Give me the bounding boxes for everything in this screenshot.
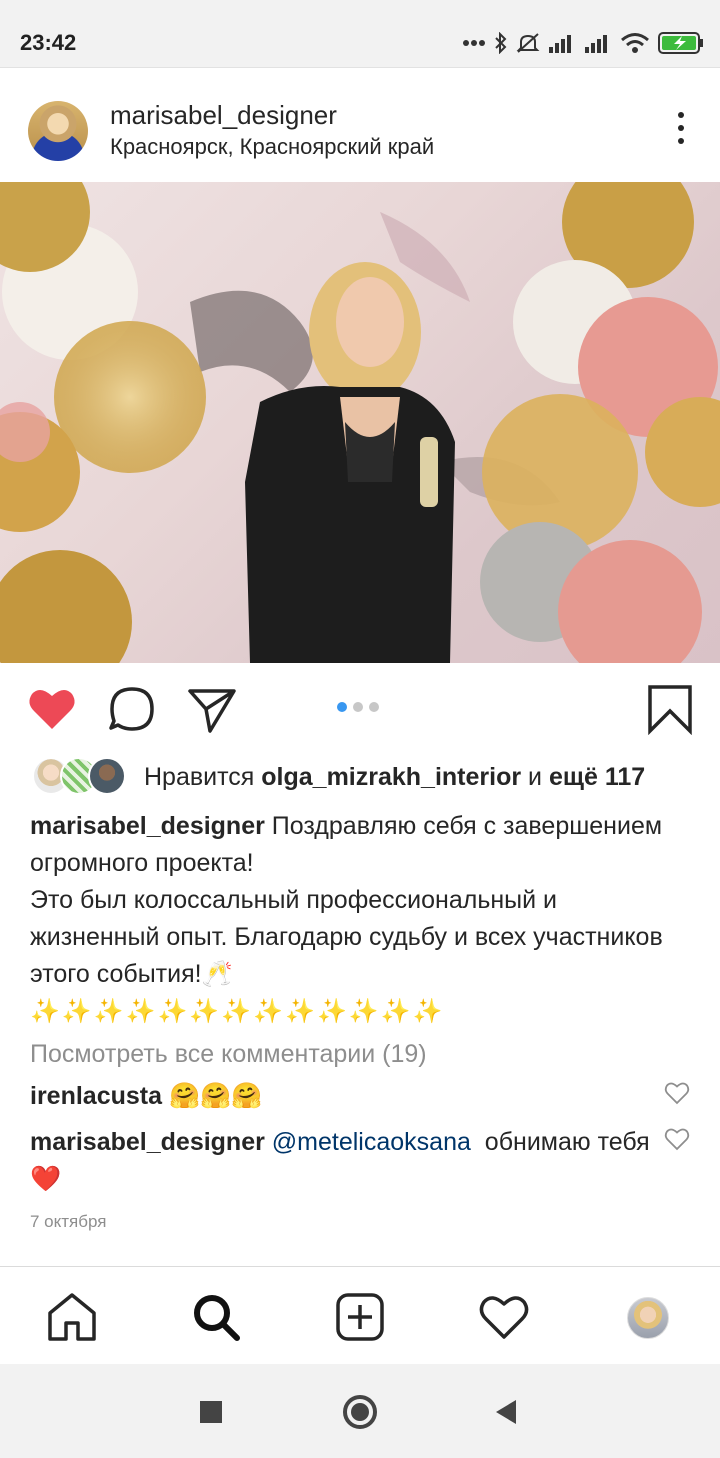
wifi-icon: [620, 32, 650, 54]
search-icon[interactable]: [190, 1291, 242, 1343]
bookmark-icon[interactable]: [644, 683, 696, 736]
signal-icon: [548, 32, 576, 54]
activity-heart-icon[interactable]: [478, 1291, 530, 1343]
likes-others-count[interactable]: ещё 117: [549, 763, 645, 791]
carousel-dot: [369, 702, 379, 712]
post-location[interactable]: Красноярск, Красноярский край: [110, 134, 434, 160]
carousel-dot: [337, 702, 347, 712]
author-avatar[interactable]: [28, 101, 88, 161]
liker-username[interactable]: olga_mizrakh_interior: [261, 763, 521, 791]
status-bar: 23:42: [0, 0, 720, 68]
post-caption: marisabel_designer Поздравляю себя с зав…: [30, 808, 690, 1030]
author-username[interactable]: marisabel_designer: [110, 100, 337, 131]
caption-username[interactable]: marisabel_designer: [30, 812, 265, 840]
post-actions: [0, 663, 720, 753]
bottom-navigation: [0, 1266, 720, 1364]
status-icons: [462, 28, 704, 58]
likes-row[interactable]: Нравится olga_mizrakh_interior и ещё 117: [0, 757, 720, 799]
share-icon[interactable]: [186, 683, 238, 735]
home-circle-icon[interactable]: [340, 1392, 380, 1432]
comment-like-icon[interactable]: [664, 1126, 690, 1152]
likes-prefix: Нравится: [144, 763, 255, 791]
status-time: 23:42: [20, 30, 77, 55]
likes-conjunction: и: [528, 763, 543, 791]
comment-text: обнимаю тебя: [484, 1128, 650, 1156]
caption-text-2: Это был колоссальный профессиональный и …: [30, 886, 663, 988]
comment-item: marisabel_designer @metelicaoksana обним…: [30, 1124, 660, 1198]
profile-avatar[interactable]: [627, 1297, 669, 1339]
comment-username[interactable]: marisabel_designer: [30, 1128, 265, 1156]
view-all-comments-link[interactable]: Посмотреть все комментарии (19): [30, 1040, 427, 1069]
more-options-icon[interactable]: [676, 112, 686, 148]
signal-icon: [584, 32, 612, 54]
champagne-emoji: 🥂: [201, 960, 233, 988]
home-icon[interactable]: [46, 1291, 98, 1343]
system-navigation-bar: [0, 1364, 720, 1458]
comment-mention[interactable]: @metelicaoksana: [272, 1128, 471, 1156]
comment-like-icon[interactable]: [664, 1080, 690, 1106]
comment-username[interactable]: irenlacusta: [30, 1082, 162, 1110]
bluetooth-icon: [494, 32, 508, 54]
recents-square-icon[interactable]: [196, 1397, 226, 1427]
carousel-dot: [353, 702, 363, 712]
add-post-icon[interactable]: [334, 1291, 386, 1343]
like-heart-icon[interactable]: [26, 683, 78, 735]
likes-text[interactable]: Нравится olga_mizrakh_interior и ещё 117: [144, 763, 645, 792]
carousel-indicator: [337, 702, 379, 712]
post-header: marisabel_designer Красноярск, Красноярс…: [0, 68, 720, 182]
more-dots-icon: [462, 32, 486, 54]
mute-icon: [516, 32, 540, 54]
comment-item: irenlacusta 🤗🤗🤗: [30, 1078, 660, 1115]
liker-avatar: [88, 757, 126, 795]
sparkles-emoji: ✨✨✨✨✨✨✨✨✨✨✨✨✨: [30, 998, 445, 1025]
post-photo[interactable]: [0, 182, 720, 663]
back-triangle-icon[interactable]: [492, 1397, 522, 1427]
post-date: 7 октября: [30, 1212, 107, 1231]
red-heart-emoji: ❤️: [30, 1165, 62, 1193]
comment-text: 🤗🤗🤗: [168, 1082, 263, 1110]
comment-icon[interactable]: [106, 683, 158, 735]
battery-charging-icon: [658, 32, 704, 54]
